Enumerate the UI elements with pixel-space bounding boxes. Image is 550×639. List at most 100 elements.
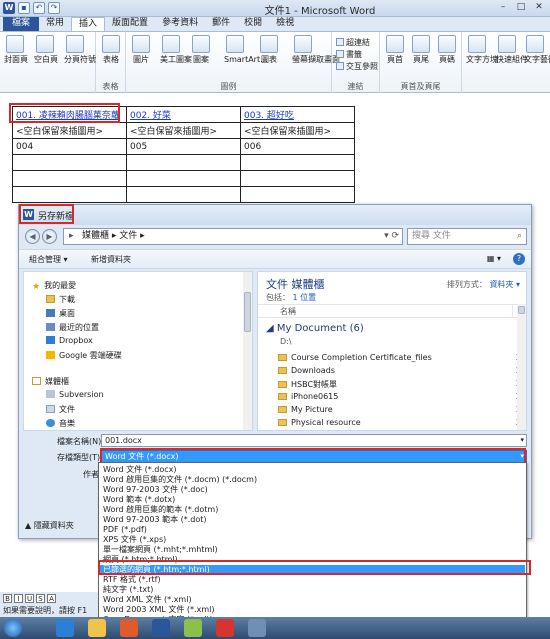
filename-field[interactable]: 001.docx ▾ [101, 434, 527, 447]
italic-icon[interactable]: I [14, 594, 23, 603]
table-cell[interactable]: <空白保留來插圖用> [12, 122, 127, 139]
tab-view[interactable]: 檢視 [269, 17, 301, 31]
save-type-option[interactable]: Word 啟用巨集的範本 (*.dotm) [100, 505, 525, 514]
chart-button[interactable]: 圖表 [258, 35, 280, 64]
nav-favorites[interactable]: ★ 我的最愛 [32, 280, 76, 292]
table-cell[interactable] [240, 186, 355, 203]
save-type-option[interactable]: XPS 文件 (*.xps) [100, 535, 525, 544]
app-icon[interactable] [216, 619, 234, 637]
cross-reference-button[interactable]: 交互參照 [336, 61, 378, 72]
table-cell[interactable] [12, 154, 127, 171]
help-icon[interactable]: ? [513, 253, 525, 265]
save-type-option[interactable]: 單一檔案網頁 (*.mht;*.mhtml) [100, 545, 525, 554]
breadcrumb-libraries[interactable]: 媒體櫃 [82, 231, 109, 241]
save-type-option[interactable]: Word 文件 (*.docx) [100, 465, 525, 474]
tab-review[interactable]: 校閱 [237, 17, 269, 31]
back-button[interactable]: ◀ [25, 229, 40, 244]
table-cell[interactable] [12, 186, 127, 203]
smartart-button[interactable]: SmartArt... [224, 35, 268, 64]
close-button[interactable]: ✕ [530, 0, 548, 15]
file-row[interactable]: Course Completion Certificate_files [278, 353, 432, 362]
footer-button[interactable]: 頁尾 [410, 35, 432, 64]
minimize-button[interactable]: – [494, 0, 512, 15]
nav-item-desktop[interactable]: 桌面 [46, 308, 75, 319]
clip-art-button[interactable]: 美工圖案 [160, 35, 192, 64]
bookmark-button[interactable]: 書籤 [336, 49, 362, 60]
ie-icon[interactable] [56, 619, 74, 637]
arrange-by-dropdown[interactable]: 資料夾 ▾ [489, 280, 520, 289]
tab-file[interactable]: 檔案 [3, 17, 40, 31]
scrollbar-thumb[interactable] [518, 306, 525, 314]
header-button[interactable]: 頁首 [384, 35, 406, 64]
nav-item-dropbox[interactable]: Dropbox [46, 336, 93, 345]
table-cell[interactable]: 002. 好菜 [126, 106, 241, 123]
table-cell[interactable]: 003. 超好吃 [240, 106, 355, 123]
wordart-button[interactable]: 文字藝術師 [524, 35, 550, 64]
app-icon[interactable] [184, 619, 202, 637]
save-type-option[interactable]: Word 97-2003 範本 (*.dot) [100, 515, 525, 524]
app-icon[interactable] [248, 619, 266, 637]
save-type-option[interactable]: 純文字 (*.txt) [100, 585, 525, 594]
nav-libraries[interactable]: 媒體櫃 [32, 376, 69, 387]
start-button-icon[interactable] [4, 619, 22, 637]
file-row[interactable]: HSBC對帳單 [278, 379, 337, 390]
nav-item-music[interactable]: 音樂 [46, 418, 75, 429]
new-folder-button[interactable]: 新增資料夾 [91, 254, 131, 265]
scrollbar-thumb[interactable] [244, 292, 251, 332]
column-name[interactable]: 名稱 [280, 307, 296, 316]
cover-page-button[interactable]: 封面頁 [4, 35, 28, 64]
organize-button[interactable]: 組合管理 ▾ [29, 254, 68, 265]
save-type-option[interactable]: Word 啟用巨集的文件 (*.docm) (*.docm) [100, 475, 525, 484]
maximize-button[interactable]: □ [512, 0, 530, 15]
table-cell[interactable]: 005 [126, 138, 241, 155]
nav-item-documents[interactable]: 文件 [46, 404, 75, 415]
group-title[interactable]: ◢ My Document (6) [266, 323, 364, 334]
nav-item-recent[interactable]: 最近的位置 [46, 322, 99, 333]
table-cell[interactable]: 006 [240, 138, 355, 155]
screenshot-button[interactable]: 螢幕擷取畫面 [292, 35, 340, 64]
text-box-button[interactable]: 文字方塊 [466, 35, 498, 64]
table-cell[interactable] [240, 170, 355, 187]
hide-folders-toggle[interactable]: ▲ 隱藏資料夾 [25, 520, 74, 531]
search-input[interactable]: 搜尋 文件 ⌕ [407, 228, 527, 245]
file-row[interactable]: iPhone0615 [278, 392, 338, 401]
hyperlink-button[interactable]: 超連結 [336, 37, 370, 48]
blank-page-button[interactable]: 空白頁 [34, 35, 58, 64]
table-cell[interactable] [126, 186, 241, 203]
save-type-option[interactable]: Word 範本 (*.dotx) [100, 495, 525, 504]
word-taskbar-icon[interactable] [152, 619, 170, 637]
breadcrumb-documents[interactable]: 文件 [119, 231, 137, 241]
table-cell[interactable]: <空白保留來插圖用> [126, 122, 241, 139]
save-type-option[interactable]: Word 97-2003 文件 (*.doc) [100, 485, 525, 494]
bold-icon[interactable]: B [3, 594, 12, 603]
table-cell[interactable] [240, 154, 355, 171]
table-cell[interactable] [126, 154, 241, 171]
save-type-option[interactable]: PDF (*.pdf) [100, 525, 525, 534]
forward-button[interactable]: ▶ [42, 229, 57, 244]
address-bar[interactable]: ▸ 媒體櫃 ▸ 文件 ▸ ▾ ⟳ [63, 228, 403, 245]
explorer-icon[interactable] [88, 619, 106, 637]
font-color-icon[interactable]: A [47, 594, 56, 603]
table-cell[interactable]: 004 [12, 138, 127, 155]
table-cell[interactable] [126, 170, 241, 187]
table-cell[interactable]: <空白保留來插圖用> [240, 122, 355, 139]
page-number-button[interactable]: 頁碼 [436, 35, 458, 64]
save-type-options-list[interactable]: Word 文件 (*.docx) Word 啟用巨集的文件 (*.docm) (*… [98, 462, 527, 634]
shapes-button[interactable]: 圖案 [190, 35, 212, 64]
nav-scrollbar[interactable] [243, 272, 252, 430]
underline-icon[interactable]: U [25, 594, 34, 603]
tab-home[interactable]: 常用 [39, 17, 71, 31]
media-icon[interactable] [120, 619, 138, 637]
includes-link[interactable]: 1 位置 [293, 293, 317, 302]
address-dropdown-icon[interactable]: ▾ ⟳ [384, 229, 399, 244]
nav-item-downloads[interactable]: 下載 [46, 294, 75, 305]
strikethrough-icon[interactable]: S [36, 594, 45, 603]
content-scrollbar[interactable] [517, 304, 526, 430]
table-cell[interactable] [12, 170, 127, 187]
page-break-button[interactable]: 分頁符號 [64, 35, 96, 64]
tab-mailings[interactable]: 郵件 [205, 17, 237, 31]
picture-button[interactable]: 圖片 [130, 35, 152, 64]
nav-item-subversion[interactable]: Subversion [46, 390, 104, 399]
save-type-option[interactable]: Word XML 文件 (*.xml) [100, 595, 525, 604]
file-row[interactable]: My Picture [278, 405, 333, 414]
